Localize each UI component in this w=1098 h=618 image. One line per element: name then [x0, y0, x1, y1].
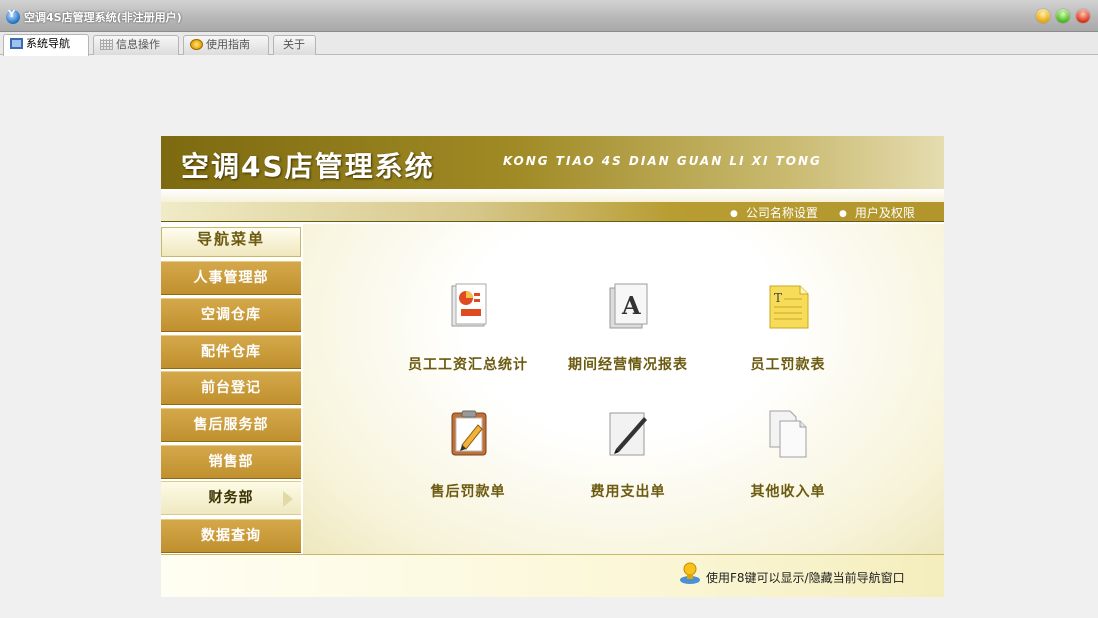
- sidebar-item-after-sales[interactable]: 售后服务部: [161, 408, 301, 442]
- sidebar-header: 导航菜单: [161, 227, 301, 257]
- minimize-button[interactable]: [1036, 9, 1050, 23]
- maximize-button[interactable]: [1056, 9, 1070, 23]
- pen-paper-icon: [609, 412, 647, 456]
- svg-text:A: A: [621, 291, 641, 320]
- copy-pages-icon: [769, 410, 807, 458]
- close-button[interactable]: [1076, 9, 1090, 23]
- banner: 空调4S店管理系统 KONG TIAO 4S DIAN GUAN LI XI T…: [161, 136, 944, 189]
- tile-after-sales-fines[interactable]: 售后罚款单: [388, 409, 548, 519]
- text-file-icon: T: [769, 285, 809, 329]
- tab-user-guide[interactable]: 使用指南: [183, 35, 269, 55]
- guide-icon: [190, 39, 203, 50]
- tile-employee-fines[interactable]: T 员工罚款表: [708, 282, 868, 392]
- sidebar-item-sales[interactable]: 销售部: [161, 445, 301, 479]
- clipboard-pencil-icon: [451, 410, 487, 456]
- sidebar-item-data-query[interactable]: 数据查询: [161, 519, 301, 553]
- sidebar-item-finance[interactable]: 财务部: [161, 481, 301, 515]
- sidebar-item-front-desk[interactable]: 前台登记: [161, 371, 301, 405]
- f8-hint-text: 使用F8键可以显示/隐藏当前导航窗口: [706, 571, 905, 585]
- settings-link-bar: 公司名称设置 用户及权限: [161, 202, 944, 222]
- tile-period-operations-report[interactable]: A 期间经营情况报表: [548, 282, 708, 392]
- app-logo-icon: [6, 9, 20, 24]
- document-a-icon: A: [609, 283, 648, 329]
- user-hint-icon: [680, 562, 700, 584]
- selected-arrow-icon: [283, 491, 293, 507]
- tab-bar: 系统导航 信息操作 使用指南 关于: [0, 32, 1098, 56]
- footer-bar: 使用F8键可以显示/隐藏当前导航窗口: [161, 554, 944, 597]
- grid-icon: [100, 39, 113, 50]
- tile-salary-summary[interactable]: 员工工资汇总统计: [388, 282, 548, 392]
- company-settings-link[interactable]: 公司名称设置: [730, 204, 818, 221]
- sidebar-item-ac-warehouse[interactable]: 空调仓库: [161, 298, 301, 332]
- title-bar: 空调4S店管理系统(非注册用户): [0, 0, 1098, 32]
- monitor-icon: [10, 38, 23, 49]
- sidebar-item-hr[interactable]: 人事管理部: [161, 261, 301, 295]
- user-permissions-link[interactable]: 用户及权限: [839, 204, 915, 221]
- sidebar-item-parts-warehouse[interactable]: 配件仓库: [161, 335, 301, 369]
- main-panel: 空调4S店管理系统 KONG TIAO 4S DIAN GUAN LI XI T…: [161, 136, 944, 597]
- tile-other-income[interactable]: 其他收入单: [708, 409, 868, 519]
- tab-system-navigation[interactable]: 系统导航: [3, 34, 89, 56]
- banner-subtitle: KONG TIAO 4S DIAN GUAN LI XI TONG: [503, 154, 822, 168]
- tile-expense-voucher[interactable]: 费用支出单: [548, 409, 708, 519]
- report-icon: [451, 283, 487, 327]
- svg-text:T: T: [774, 291, 782, 305]
- navigation-sidebar: 导航菜单 人事管理部 空调仓库 配件仓库 前台登记 售后服务部 销售部 财务部 …: [161, 224, 303, 554]
- tab-about[interactable]: 关于: [273, 35, 316, 55]
- window-title: 空调4S店管理系统(非注册用户): [24, 11, 182, 24]
- tab-info-operations[interactable]: 信息操作: [93, 35, 179, 55]
- content-area: 员工工资汇总统计 A 期间经营情况报表 T 员工罚款表 售后罚款单 费用支出单 …: [303, 224, 944, 554]
- banner-title: 空调4S店管理系统: [181, 150, 435, 183]
